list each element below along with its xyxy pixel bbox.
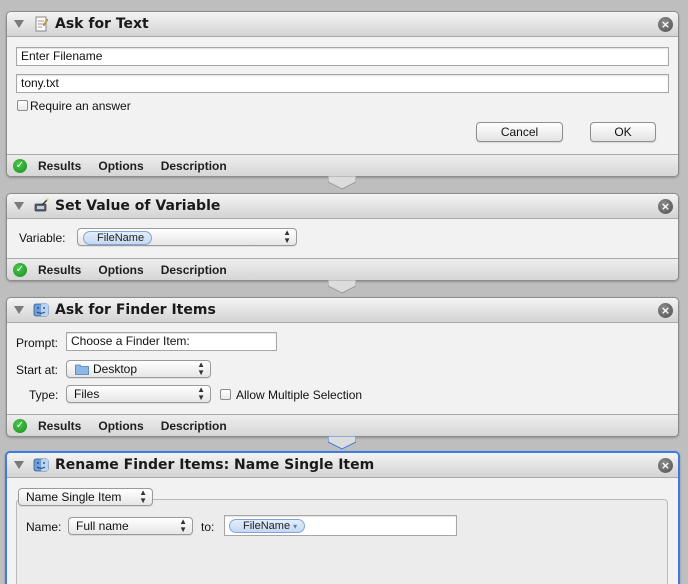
close-icon[interactable]: × bbox=[658, 458, 673, 473]
action-title: Set Value of Variable bbox=[55, 198, 221, 214]
action-footer: ✓ Results Options Description bbox=[7, 258, 678, 280]
variable-wand-icon bbox=[32, 197, 50, 215]
disclosure-triangle-icon[interactable] bbox=[14, 461, 24, 469]
type-value: Files bbox=[74, 387, 100, 401]
disclosure-triangle-icon[interactable] bbox=[14, 202, 24, 210]
action-title: Ask for Text bbox=[55, 16, 149, 32]
popup-arrows-icon: ▲ ▼ bbox=[197, 385, 205, 402]
start-at-value: Desktop bbox=[93, 362, 138, 376]
name-popup[interactable]: Full name ▲ ▼ bbox=[68, 517, 193, 535]
action-set-value-of-variable[interactable]: Set Value of Variable × Variable: FileNa… bbox=[6, 193, 679, 281]
require-answer-checkbox[interactable] bbox=[17, 100, 28, 111]
popup-arrows-icon: ▲ ▼ bbox=[283, 228, 291, 245]
variable-label: Variable: bbox=[19, 231, 66, 245]
options-tab[interactable]: Options bbox=[98, 263, 143, 277]
start-at-popup[interactable]: Desktop ▲ ▼ bbox=[66, 360, 211, 378]
ok-button[interactable]: OK bbox=[590, 122, 656, 142]
action-header[interactable]: Set Value of Variable × bbox=[7, 194, 678, 219]
prompt-label: Prompt: bbox=[16, 336, 59, 350]
success-check-icon: ✓ bbox=[13, 262, 27, 277]
options-group-box bbox=[16, 499, 668, 584]
disclosure-triangle-icon[interactable] bbox=[14, 20, 24, 28]
allow-multiple-label: Allow Multiple Selection bbox=[236, 388, 363, 402]
prompt-field[interactable]: Choose a Finder Item: bbox=[66, 332, 277, 351]
mode-value: Name Single Item bbox=[26, 490, 122, 504]
name-label: Name: bbox=[26, 520, 62, 534]
results-tab[interactable]: Results bbox=[38, 159, 81, 173]
variable-token[interactable]: FileName bbox=[83, 231, 153, 245]
options-tab[interactable]: Options bbox=[98, 419, 143, 433]
options-tab[interactable]: Options bbox=[98, 159, 143, 173]
default-answer-field[interactable]: tony.txt bbox=[16, 74, 669, 93]
action-ask-for-text[interactable]: Ask for Text × Enter Filename tony.txt R… bbox=[6, 11, 679, 177]
filename-token[interactable]: FileName ▾ bbox=[229, 519, 306, 533]
filename-token-label: FileName bbox=[243, 520, 291, 532]
close-icon[interactable]: × bbox=[658, 17, 673, 32]
success-check-icon: ✓ bbox=[13, 418, 27, 433]
action-title: Ask for Finder Items bbox=[55, 302, 216, 318]
folder-icon bbox=[75, 364, 89, 375]
question-text-field[interactable]: Enter Filename bbox=[16, 47, 669, 66]
results-tab[interactable]: Results bbox=[38, 419, 81, 433]
new-name-field[interactable]: FileName ▾ bbox=[224, 515, 457, 536]
description-tab[interactable]: Description bbox=[161, 159, 227, 173]
flow-connector-icon bbox=[328, 436, 356, 450]
popup-arrows-icon: ▲ ▼ bbox=[197, 360, 205, 377]
disclosure-triangle-icon[interactable] bbox=[14, 306, 24, 314]
text-document-icon bbox=[32, 15, 50, 33]
description-tab[interactable]: Description bbox=[161, 263, 227, 277]
cancel-button[interactable]: Cancel bbox=[476, 122, 563, 142]
mode-popup[interactable]: Name Single Item ▲ ▼ bbox=[18, 488, 153, 506]
close-icon[interactable]: × bbox=[658, 199, 673, 214]
action-header[interactable]: Ask for Text × bbox=[7, 12, 678, 37]
close-icon[interactable]: × bbox=[658, 303, 673, 318]
action-header[interactable]: Rename Finder Items: Name Single Item × bbox=[7, 453, 678, 478]
to-label: to: bbox=[201, 520, 215, 534]
results-tab[interactable]: Results bbox=[38, 263, 81, 277]
allow-multiple-checkbox[interactable] bbox=[220, 389, 231, 400]
token-chevron-icon: ▾ bbox=[293, 522, 298, 531]
popup-arrows-icon: ▲ ▼ bbox=[179, 517, 187, 534]
require-answer-label: Require an answer bbox=[30, 99, 131, 113]
type-label: Type: bbox=[29, 388, 59, 402]
action-ask-for-finder-items[interactable]: Ask for Finder Items × Prompt: Choose a … bbox=[6, 297, 679, 437]
action-rename-finder-items[interactable]: Rename Finder Items: Name Single Item × … bbox=[5, 451, 680, 584]
type-popup[interactable]: Files ▲ ▼ bbox=[66, 385, 211, 403]
start-at-label: Start at: bbox=[16, 363, 59, 377]
action-footer: ✓ Results Options Description bbox=[7, 154, 678, 176]
description-tab[interactable]: Description bbox=[161, 419, 227, 433]
popup-arrows-icon: ▲ ▼ bbox=[139, 488, 147, 505]
name-value: Full name bbox=[76, 519, 129, 533]
flow-connector-icon bbox=[328, 280, 356, 294]
action-footer: ✓ Results Options Description bbox=[7, 414, 678, 436]
action-header[interactable]: Ask for Finder Items × bbox=[7, 298, 678, 323]
variable-token-label: FileName bbox=[97, 232, 145, 244]
flow-connector-icon bbox=[328, 176, 356, 190]
action-title: Rename Finder Items: Name Single Item bbox=[55, 457, 375, 473]
finder-icon bbox=[32, 456, 50, 474]
success-check-icon: ✓ bbox=[13, 158, 27, 173]
finder-icon bbox=[32, 301, 50, 319]
variable-popup[interactable]: FileName ▲ ▼ bbox=[77, 228, 297, 246]
